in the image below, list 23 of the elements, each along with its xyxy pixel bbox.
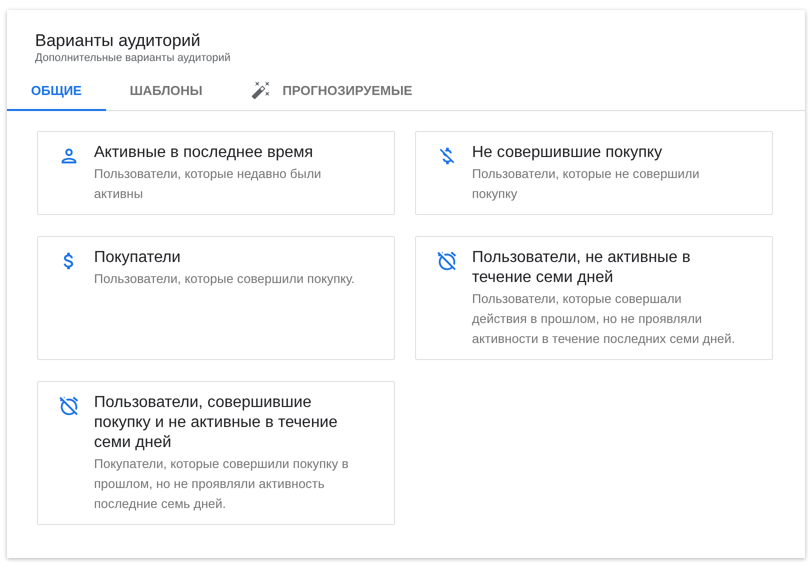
card-title: Пользователи, не активные в течение семи дней <box>472 248 692 288</box>
tab[interactable]: ПРОГНОЗИРУЕМЫЕ <box>226 71 436 111</box>
card-description: Пользователи, которые совершили покупку. <box>94 270 356 288</box>
card-title: Пользователи, совершившие покупку и не активные в течение семи дней <box>94 393 338 453</box>
card-description: Пользователи, которые не совершили покупку <box>472 165 700 203</box>
tab[interactable]: ОБЩИЕ <box>7 71 106 111</box>
audience-card[interactable]: Активные в последнее время Пользователи, которые недавно были активны <box>37 131 395 215</box>
tab[interactable]: ШАБЛОНЫ <box>106 71 227 111</box>
crossed-alarm-clock-icon <box>58 395 80 417</box>
audience-card[interactable]: Не совершившие покупку Пользователи, которые не совершили покупку <box>415 131 773 215</box>
card-description: Пользователи, которые недавно были активны <box>94 165 322 203</box>
audience-card[interactable]: Пользователи, не активные в течение семи дней Пользователи, которые совершали действия в прошлом, но не проявляли активности в течение последних семи дней. <box>415 236 773 360</box>
dialog-title: Варианты аудиторий <box>35 30 202 52</box>
card-description: Пользователи, которые совершали действия в прошлом, но не проявляли активности в течение последних семи дней. <box>472 290 736 348</box>
crossed-alarm-clock-icon <box>436 250 458 272</box>
audience-card[interactable]: Пользователи, совершившие покупку и не активные в течение семи дней Покупатели, которые совершили покупку в прошлом, но не проявляли активность последние семь дней. <box>37 381 395 525</box>
card-description: Покупатели, которые совершили покупку в прошлом, но не проявляли активность последние семь дней. <box>94 455 350 513</box>
card-title: Не совершившие покупку <box>472 143 664 163</box>
dialog-subtitle: Дополнительные варианты аудиторий <box>35 52 232 65</box>
magic-wand-icon <box>250 80 271 100</box>
audience-card[interactable]: Покупатели Пользователи, которые совершили покупку. <box>37 236 395 360</box>
card-title: Покупатели <box>94 248 182 268</box>
card-title: Активные в последнее время <box>94 143 314 163</box>
